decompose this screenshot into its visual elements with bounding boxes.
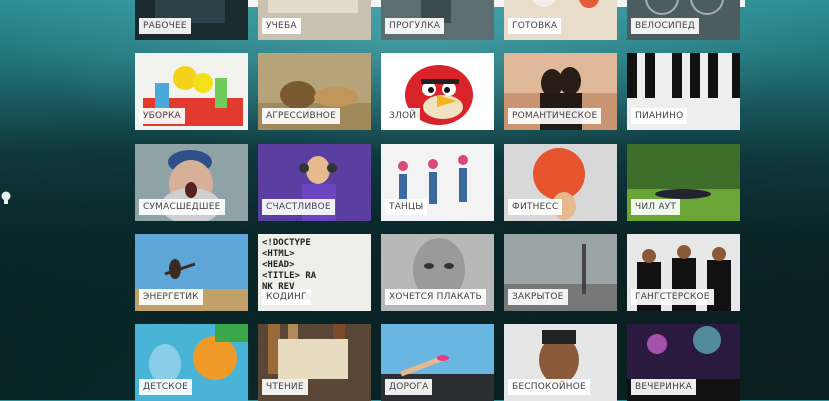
mood-tile[interactable]: ДОРОГА: [381, 324, 494, 401]
mood-label: ПРОГУЛКА: [385, 18, 445, 34]
mood-label: ГОТОВКА: [508, 18, 562, 34]
lightbulb-icon[interactable]: [0, 190, 12, 208]
mood-tile[interactable]: СУМАСШЕДШЕЕ: [135, 144, 248, 221]
mood-tile[interactable]: ЭНЕРГЕТИК: [135, 234, 248, 311]
mood-label: ГАНГСТЕРСКОЕ: [631, 289, 714, 305]
mood-tile[interactable]: ВЕЛОСИПЕД: [627, 0, 740, 40]
mood-label: БЕСПОКОЙНОЕ: [508, 379, 590, 395]
mood-label: ВЕЛОСИПЕД: [631, 18, 700, 34]
mood-label: ПИАНИНО: [631, 108, 688, 124]
mood-label: ФИТНЕСС: [508, 199, 563, 215]
mood-label: ЧИЛ АУТ: [631, 199, 681, 215]
mood-tile[interactable]: ГОТОВКА: [504, 0, 617, 40]
mood-tile[interactable]: УБОРКА: [135, 53, 248, 130]
mood-tile[interactable]: ГАНГСТЕРСКОЕ: [627, 234, 740, 311]
mood-tile[interactable]: АГРЕССИВНОЕ: [258, 53, 371, 130]
mood-label: ДОРОГА: [385, 379, 433, 395]
mood-tile[interactable]: РОМАНТИЧЕСКОЕ: [504, 53, 617, 130]
mood-label: СУМАСШЕДШЕЕ: [139, 199, 225, 215]
mood-tile[interactable]: <!DOCTYPE<HTML><HEAD><TITLE> RANK REV<ME…: [258, 234, 371, 311]
mood-label: РОМАНТИЧЕСКОЕ: [508, 108, 602, 124]
mood-label: ДЕТСКОЕ: [139, 379, 193, 395]
mood-tile[interactable]: ЗАКРЫТОЕ: [504, 234, 617, 311]
mood-tile[interactable]: ВЕЧЕРИНКА: [627, 324, 740, 401]
mood-label: ЗЛОЙ: [385, 108, 421, 124]
mood-tile[interactable]: ПИАНИНО: [627, 53, 740, 130]
mood-label: РАБОЧЕЕ: [139, 18, 191, 34]
mood-tile[interactable]: ХОЧЕТСЯ ПЛАКАТЬ: [381, 234, 494, 311]
mood-label: УБОРКА: [139, 108, 185, 124]
mood-label: ТАНЦЫ: [385, 199, 428, 215]
code-line: <HTML>: [262, 249, 295, 259]
mood-tile[interactable]: РАБОЧЕЕ: [135, 0, 248, 40]
mood-label: ЧТЕНИЕ: [262, 379, 308, 395]
code-line: <!DOCTYPE: [262, 238, 311, 248]
mood-tile[interactable]: БЕСПОКОЙНОЕ: [504, 324, 617, 401]
mood-label: ВЕЧЕРИНКА: [631, 379, 696, 395]
mood-label: ХОЧЕТСЯ ПЛАКАТЬ: [385, 289, 486, 305]
mood-tile[interactable]: ПРОГУЛКА: [381, 0, 494, 40]
mood-label: ЗАКРЫТОЕ: [508, 289, 568, 305]
mood-label: КОДИНГ: [262, 289, 311, 305]
mood-label: АГРЕССИВНОЕ: [262, 108, 340, 124]
mood-tile[interactable]: ЧИЛ АУТ: [627, 144, 740, 221]
mood-tile[interactable]: ДЕТСКОЕ: [135, 324, 248, 401]
mood-label: УЧЕБА: [262, 18, 301, 34]
mood-tile[interactable]: ЗЛОЙ: [381, 53, 494, 130]
code-line: <TITLE> RA: [262, 271, 317, 281]
mood-tile[interactable]: СЧАСТЛИВОЕ: [258, 144, 371, 221]
mood-label: СЧАСТЛИВОЕ: [262, 199, 335, 215]
mood-tile[interactable]: УЧЕБА: [258, 0, 371, 40]
code-line: <HEAD>: [262, 260, 295, 270]
mood-tile[interactable]: ЧТЕНИЕ: [258, 324, 371, 401]
mood-tile[interactable]: ТАНЦЫ: [381, 144, 494, 221]
mood-tile[interactable]: ФИТНЕСС: [504, 144, 617, 221]
mood-label: ЭНЕРГЕТИК: [139, 289, 203, 305]
